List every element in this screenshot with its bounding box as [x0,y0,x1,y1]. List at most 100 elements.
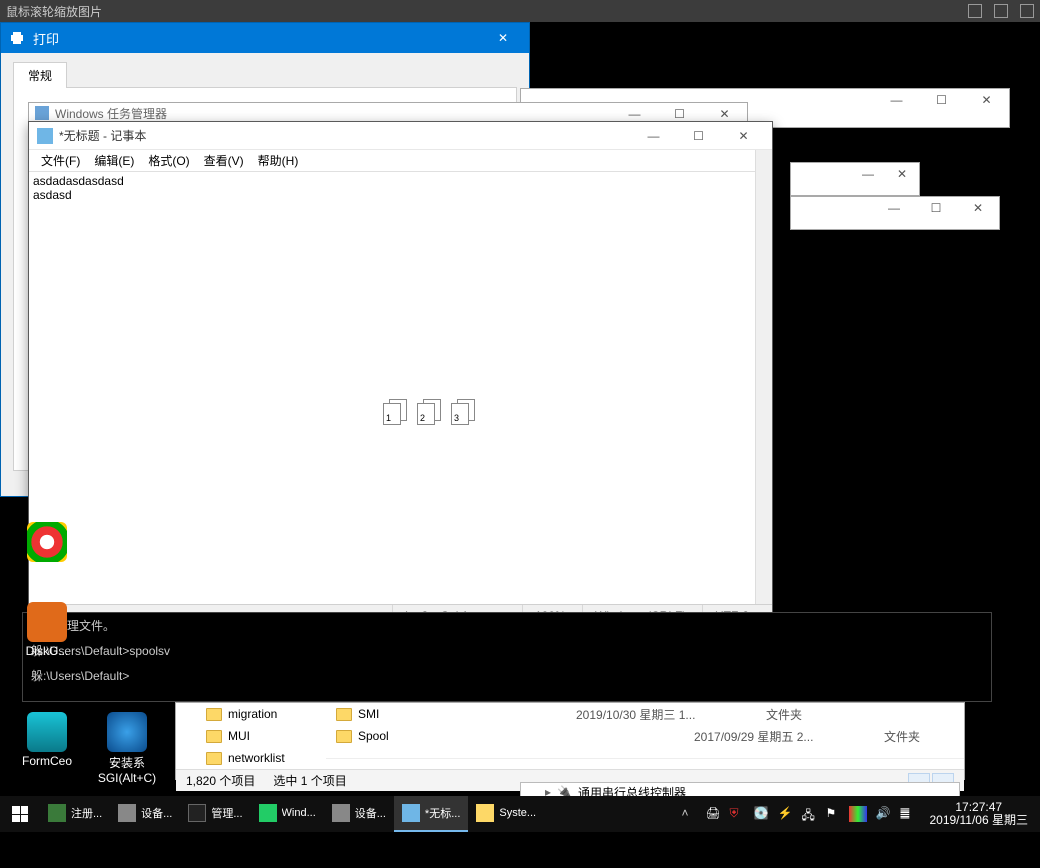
open-external-icon[interactable] [968,4,982,18]
nav-item[interactable]: migration [228,707,277,721]
close-button[interactable]: ✕ [957,197,999,219]
table-row[interactable]: MUI Spool 2017/09/29 星期五 2... 文件夹 [176,725,964,747]
scrollbar[interactable] [755,150,772,626]
menu-edit[interactable]: 编辑(E) [88,150,140,171]
icon-label: DiskG... [12,644,82,658]
tray-ime-icon[interactable]: ䷀ [899,806,915,822]
desktop-icon-chrome[interactable]: Ch... [12,522,82,578]
folder-icon [206,730,222,743]
notepad-icon [37,128,53,144]
menu-format[interactable]: 格式(O) [142,150,195,171]
nav-item[interactable]: MUI [228,729,250,743]
minimize-button[interactable]: ― [874,89,919,111]
maximize-button[interactable]: ☐ [919,89,964,111]
maximize-button[interactable]: ☐ [915,197,957,219]
close-button[interactable]: ✕ [481,23,525,53]
print-dialog-title: 打印 [33,29,481,48]
notepad-textarea[interactable]: asdadasdasdasd asdasd [29,172,772,204]
icon-label: FormCeo [12,754,82,768]
maximize-icon[interactable] [994,4,1008,18]
taskbar-item[interactable]: *无标... [394,796,468,832]
taskbar-item[interactable]: Wind... [251,796,324,832]
bg-window-3: ― ☐ ✕ [790,196,1000,230]
image-viewer-toolbar: 鼠标滚轮缩放图片 [0,0,1040,22]
taskbar-item[interactable]: 设备... [324,796,394,832]
viewer-hint: 鼠标滚轮缩放图片 [6,3,102,20]
printer-icon [9,30,25,46]
file-type: 文件夹 [766,706,846,723]
icon-label: Ch... [12,564,82,578]
file-explorer: migration SMI 2019/10/30 星期三 1... 文件夹 MU… [175,702,965,780]
command-prompt[interactable]: 感叹处理文件。 躲:\Users\Default>spoolsv 躲:\User… [22,612,992,702]
taskbar: 注册... 设备... 管理... Wind... 设备... *无标... S… [0,796,1040,832]
taskbar-label: Wind... [282,807,316,819]
tab-general[interactable]: 常规 [13,62,67,88]
item-count: 1,820 个项目 [186,772,255,789]
taskbar-item[interactable]: 设备... [110,796,180,832]
file-type: 文件夹 [884,728,964,745]
taskbar-item[interactable]: Syste... [468,796,544,832]
notepad-titlebar[interactable]: *无标题 - 记事本 ― ☐ ✕ [29,122,772,150]
folder-icon [206,708,222,721]
cmd-line: 躲:\Users\Default>spoolsv [31,642,983,659]
regedit-icon [48,804,66,822]
cmd-line: 躲:\Users\Default> [31,667,983,684]
folder-icon [336,708,352,721]
close-button[interactable]: ✕ [964,89,1009,111]
minimize-button[interactable]: ― [873,197,915,219]
tray-chevron-icon[interactable]: ˄ [681,806,697,822]
icon-label: 安装系 [92,754,162,771]
tray-disk-icon[interactable]: 💽 [753,806,769,822]
taskbar-label: 设备... [141,805,172,821]
notepad-menubar: 文件(F) 编辑(E) 格式(O) 查看(V) 帮助(H) [29,150,772,172]
taskbar-item[interactable]: 管理... [180,796,250,832]
bg-window-2: ― ✕ [790,162,920,196]
taskmgr-icon [259,804,277,822]
minimize-button[interactable]: ― [631,125,676,147]
clock-date: 2019/11/06 星期三 [929,814,1028,827]
table-row[interactable]: migration SMI 2019/10/30 星期三 1... 文件夹 [176,703,964,725]
taskbar-item[interactable]: 注册... [40,796,110,832]
cmd-line: 感叹处理文件。 [31,617,983,634]
menu-view[interactable]: 查看(V) [198,150,250,171]
tray-volume-icon[interactable]: 🔊 [875,806,891,822]
text-line: asdadasdasdasd [33,174,768,188]
tray-shield-icon[interactable]: ⛨ [729,806,745,822]
menu-help[interactable]: 帮助(H) [252,150,305,171]
maximize-button[interactable]: ☐ [676,125,721,147]
tray-printer-icon[interactable]: 🖨 [705,806,721,822]
print-dialog-titlebar[interactable]: 打印 ✕ [1,23,529,53]
page-icon: 1 [383,403,401,425]
folder-icon [336,730,352,743]
icon-label: SGI(Alt+C) [92,771,162,785]
tray-network-icon[interactable]: 🖧 [801,806,817,822]
notepad-icon [402,804,420,822]
taskbar-label: 注册... [71,805,102,821]
taskbar-label: *无标... [425,805,460,821]
start-button[interactable] [0,796,40,832]
menu-file[interactable]: 文件(F) [35,150,86,171]
taskbar-label: Syste... [499,807,536,819]
devices-icon [118,804,136,822]
minimize-button[interactable]: ― [851,163,885,185]
desktop-icon-formceo[interactable]: FormCeo [12,712,82,768]
desktop-icon-anzhuang[interactable]: 安装系SGI(Alt+C) [92,712,162,785]
desktop-icon-diskg[interactable]: DiskG... [12,602,82,658]
close-button[interactable]: ✕ [885,163,919,185]
close-icon[interactable] [1020,4,1034,18]
table-row[interactable]: networklist [176,747,964,769]
tray-bolt-icon[interactable]: ⚡ [777,806,793,822]
close-button[interactable]: ✕ [721,125,766,147]
taskbar-clock[interactable]: 17:27:47 2019/11/06 星期三 [923,801,1034,827]
file-date: 2019/10/30 星期三 1... [576,706,766,723]
tray-flag-icon[interactable]: ⚑ [825,806,841,822]
taskbar-label: 设备... [355,805,386,821]
taskbar-label: 管理... [211,805,242,821]
tray-colors-icon[interactable] [849,806,867,822]
nav-item[interactable]: networklist [228,751,285,765]
cmd-icon [188,804,206,822]
folder-icon [206,752,222,765]
folder-icon [476,804,494,822]
text-line: asdasd [33,188,768,202]
file-name: Spool [358,729,389,743]
